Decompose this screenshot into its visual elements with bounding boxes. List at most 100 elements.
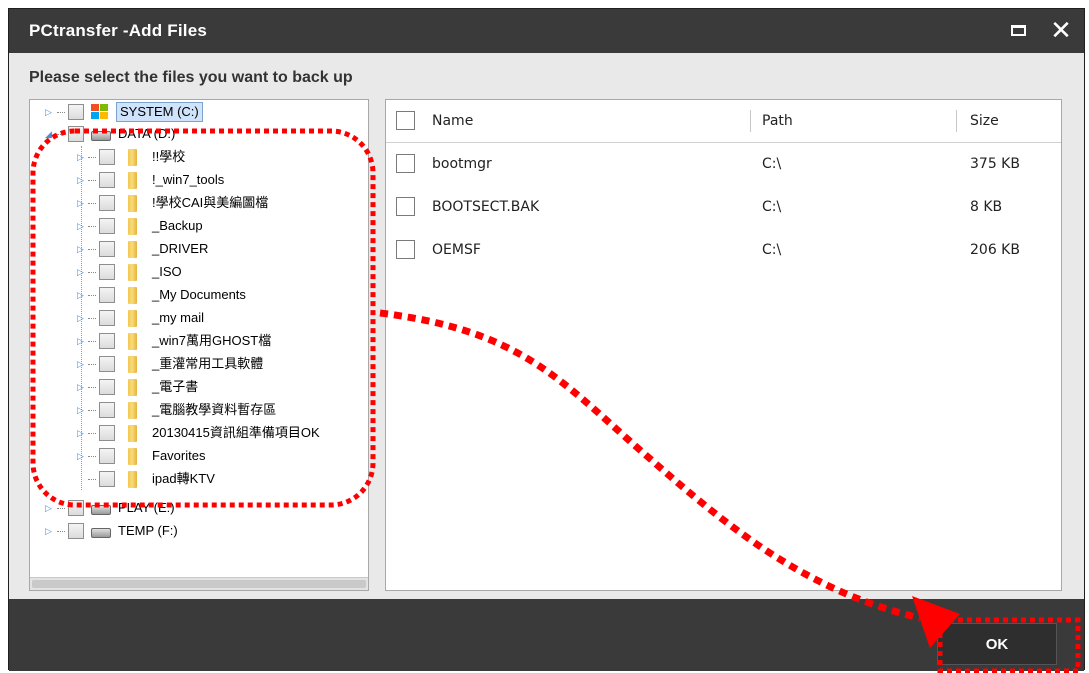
checkbox[interactable] [99, 195, 115, 211]
tree-node-label: _ISO [152, 264, 182, 279]
tree-folder-item[interactable]: ▷ _Backup [30, 215, 368, 237]
expand-arrow-icon[interactable]: ▷ [77, 353, 87, 375]
file-row[interactable]: bootmgr C:\ 375 KB [386, 143, 1061, 185]
tree-folder-item[interactable]: ▷ _My Documents [30, 284, 368, 306]
checkbox[interactable] [68, 500, 84, 516]
folder-icon [128, 241, 137, 258]
file-size: 206 KB [970, 242, 1020, 258]
file-row[interactable]: BOOTSECT.BAK C:\ 8 KB [386, 186, 1061, 228]
folder-icon [128, 425, 137, 442]
tree-node-label: _重灌常用工具軟體 [152, 356, 264, 371]
checkbox[interactable] [99, 287, 115, 303]
checkbox[interactable] [99, 402, 115, 418]
column-header-size[interactable]: Size [970, 100, 999, 142]
tree-folder-item[interactable]: ▷ _my mail [30, 307, 368, 329]
expand-arrow-icon[interactable]: ▷ [45, 520, 55, 542]
file-size: 8 KB [970, 199, 1003, 215]
tree-node-play-e[interactable]: ▷ PLAY (E:) [30, 497, 368, 519]
folder-icon [128, 379, 137, 396]
checkbox[interactable] [99, 241, 115, 257]
tree-folder-item[interactable]: ▷ _win7萬用GHOST檔 [30, 330, 368, 352]
expand-arrow-icon[interactable]: ▷ [77, 284, 87, 306]
expand-arrow-icon[interactable]: ▷ [77, 307, 87, 329]
expand-arrow-icon[interactable]: ▷ [77, 445, 87, 467]
column-header-path[interactable]: Path [762, 100, 793, 142]
folder-tree: ▷ SYSTEM (C:) ◢ DATA (D:) ▷ !!學校 ▷ !_win7_t… [29, 99, 369, 591]
horizontal-scrollbar[interactable] [30, 577, 368, 590]
close-button[interactable]: ✕ [1047, 17, 1075, 45]
checkbox[interactable] [99, 471, 115, 487]
checkbox[interactable] [68, 126, 84, 142]
tree-node-data-d[interactable]: ◢ DATA (D:) [30, 123, 368, 145]
checkbox[interactable] [99, 356, 115, 372]
checkbox[interactable] [99, 333, 115, 349]
checkbox[interactable] [99, 379, 115, 395]
expand-arrow-icon[interactable]: ▷ [77, 376, 87, 398]
expand-arrow-icon[interactable]: ▷ [77, 169, 87, 191]
expand-arrow-icon[interactable]: ▷ [77, 330, 87, 352]
expand-arrow-icon[interactable]: ▷ [77, 146, 87, 168]
tree-folder-item[interactable]: ▷ _DRIVER [30, 238, 368, 260]
drive-icon [91, 131, 111, 141]
tree-node-label: _Backup [152, 218, 203, 233]
file-list: Name Path Size bootmgr C:\ 375 KB BOOTSE… [385, 99, 1062, 591]
tree-node-label: !!學校 [152, 149, 186, 164]
checkbox[interactable] [99, 264, 115, 280]
tree-node-system-c[interactable]: ▷ SYSTEM (C:) [30, 101, 368, 123]
folder-icon [128, 356, 137, 373]
expand-arrow-icon[interactable]: ▷ [45, 497, 55, 519]
checkbox[interactable] [99, 218, 115, 234]
checkbox[interactable] [396, 154, 415, 173]
ok-button[interactable]: OK [937, 623, 1057, 665]
file-name: bootmgr [432, 156, 492, 172]
tree-folder-item[interactable]: ▷ !_win7_tools [30, 169, 368, 191]
tree-node-label: _電子書 [152, 379, 199, 394]
folder-icon [128, 218, 137, 235]
checkbox[interactable] [99, 448, 115, 464]
tree-node-label: _DRIVER [152, 241, 209, 256]
collapse-arrow-icon[interactable]: ◢ [45, 123, 55, 145]
tree-node-label: Favorites [152, 448, 206, 463]
close-icon: ✕ [1050, 16, 1072, 46]
expand-arrow-icon[interactable]: ▷ [77, 261, 87, 283]
folder-icon [128, 333, 137, 350]
expand-arrow-icon[interactable]: ▷ [77, 215, 87, 237]
checkbox[interactable] [99, 425, 115, 441]
tree-folder-item[interactable]: ▷ !學校CAI與美編圖檔 [30, 192, 368, 214]
tree-node-label: _電腦教學資料暫存區 [152, 402, 277, 417]
file-row[interactable]: OEMSF C:\ 206 KB [386, 229, 1061, 271]
expand-arrow-icon[interactable]: ▷ [77, 399, 87, 421]
checkbox[interactable] [99, 310, 115, 326]
tree-folder-item[interactable]: ▷ _電子書 [30, 376, 368, 398]
bottom-bar: OK [9, 599, 1084, 671]
tree-folder-item[interactable]: ▷ _ISO [30, 261, 368, 283]
expand-arrow-icon[interactable]: ▷ [45, 101, 55, 123]
expand-arrow-icon[interactable]: ▷ [77, 422, 87, 444]
folder-icon [128, 195, 137, 212]
tree-folder-item[interactable]: ▷ 20130415資訊組準備項目OK [30, 422, 368, 444]
tree-folder-item[interactable]: ▷ Favorites [30, 445, 368, 467]
instruction-text: Please select the files you want to back… [29, 69, 353, 86]
checkbox[interactable] [68, 523, 84, 539]
checkbox[interactable] [396, 197, 415, 216]
tree-folder-item[interactable]: ▷ _重灌常用工具軟體 [30, 353, 368, 375]
tree-node-label: _win7萬用GHOST檔 [152, 333, 272, 348]
maximize-button[interactable] [1005, 17, 1033, 45]
tree-node-label: !學校CAI與美編圖檔 [152, 195, 269, 210]
checkbox[interactable] [396, 240, 415, 259]
checkbox[interactable] [99, 172, 115, 188]
column-header-name[interactable]: Name [432, 100, 473, 142]
scrollbar-thumb[interactable] [32, 580, 366, 588]
tree-node-temp-f[interactable]: ▷ TEMP (F:) [30, 520, 368, 542]
checkbox[interactable] [99, 149, 115, 165]
expand-arrow-icon[interactable]: ▷ [77, 238, 87, 260]
tree-folder-item[interactable]: ipad轉KTV [30, 468, 368, 490]
tree-folder-item[interactable]: ▷ _電腦教學資料暫存區 [30, 399, 368, 421]
tree-folder-item[interactable]: ▷ !!學校 [30, 146, 368, 168]
tree-node-label: SYSTEM (C:) [116, 102, 203, 122]
checkbox[interactable] [68, 104, 84, 120]
folder-icon [128, 448, 137, 465]
file-list-header: Name Path Size [386, 100, 1061, 143]
select-all-checkbox[interactable] [396, 111, 415, 130]
expand-arrow-icon[interactable]: ▷ [77, 192, 87, 214]
